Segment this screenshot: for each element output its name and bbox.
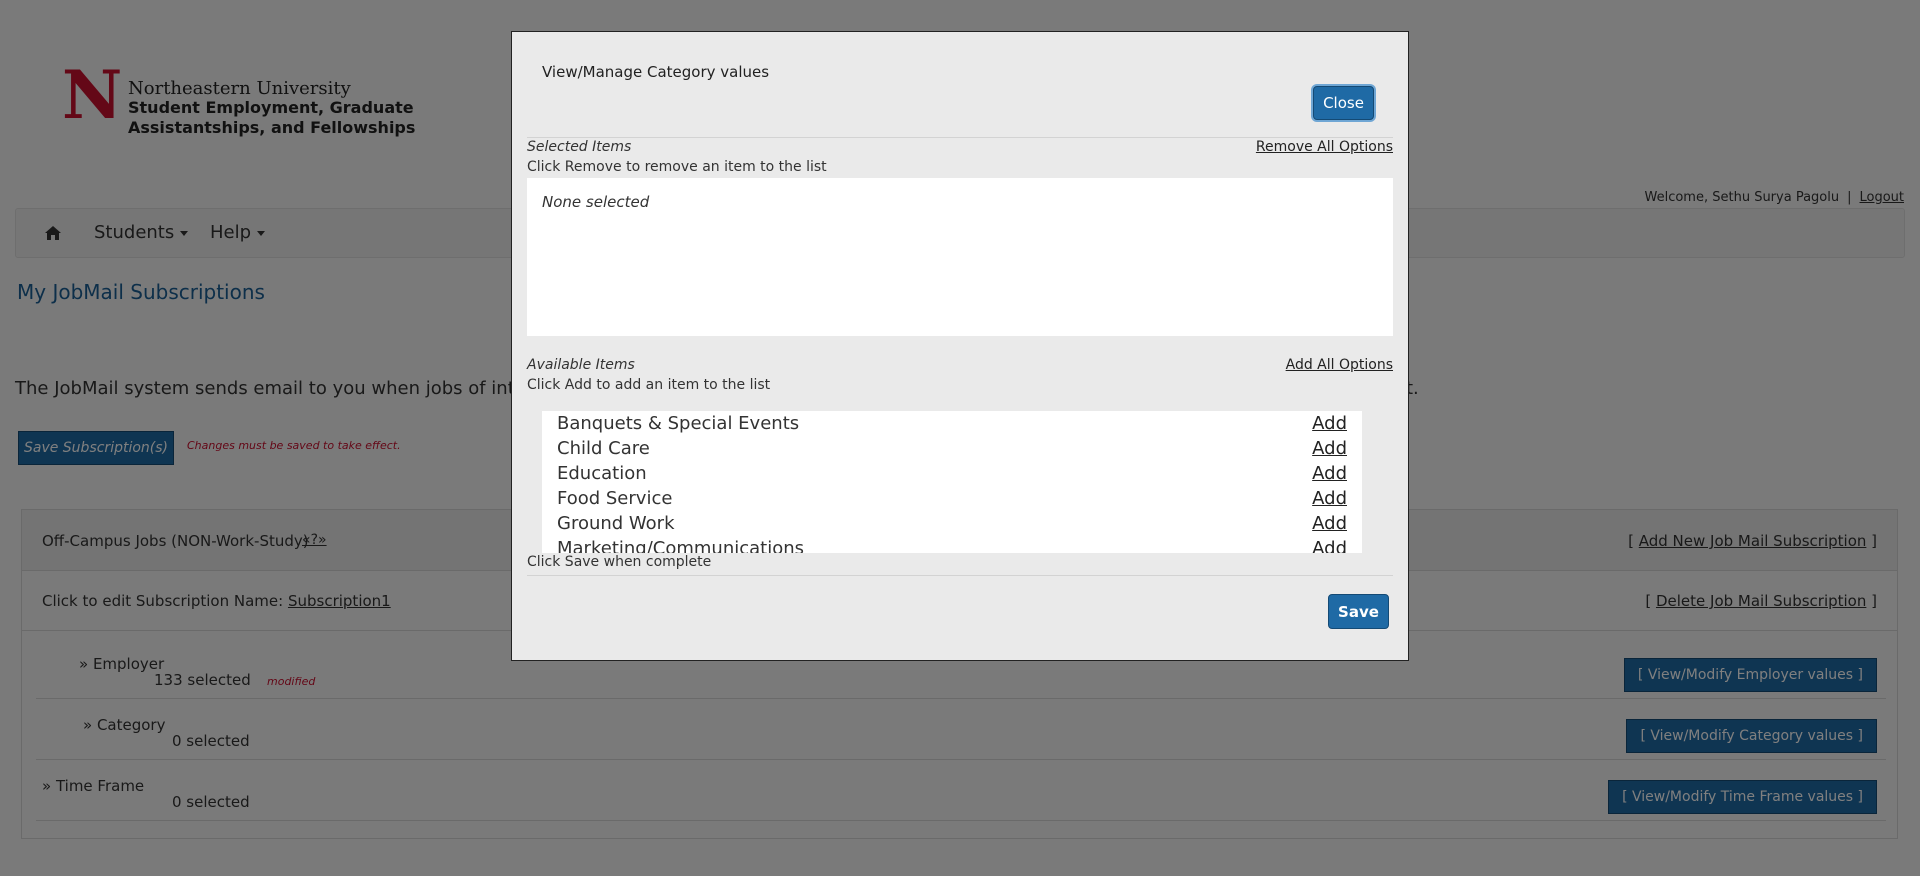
list-item: Ground Work Add: [542, 511, 1362, 536]
list-item: Education Add: [542, 461, 1362, 486]
selected-items-title: Selected Items: [527, 139, 632, 155]
list-item-name: Marketing/Communications: [557, 538, 805, 553]
modal-divider: [527, 137, 1393, 138]
category-values-modal: View/Manage Category values Close Select…: [511, 31, 1409, 661]
list-item: Food Service Add: [542, 486, 1362, 511]
add-item-link[interactable]: Add: [1312, 463, 1347, 484]
list-item-name: Food Service: [557, 488, 673, 509]
selected-items-help: Click Remove to remove an item to the li…: [527, 159, 827, 175]
list-item-name: Banquets & Special Events: [557, 413, 800, 434]
list-item: Banquets & Special Events Add: [542, 411, 1362, 436]
save-help-text: Click Save when complete: [527, 554, 712, 570]
list-item-name: Child Care: [557, 438, 650, 459]
available-items-help: Click Add to add an item to the list: [527, 377, 771, 393]
remove-all-options-link[interactable]: Remove All Options: [1256, 139, 1393, 155]
list-item-name: Education: [557, 463, 647, 484]
available-items-list[interactable]: Banquets & Special Events Add Child Care…: [542, 411, 1362, 553]
list-item: Marketing/Communications Add: [542, 536, 1362, 553]
close-button[interactable]: Close: [1313, 86, 1374, 120]
none-selected-text: None selected: [542, 193, 650, 211]
selected-items-list: None selected: [527, 178, 1393, 336]
modal-divider: [527, 575, 1393, 576]
save-button[interactable]: Save: [1328, 594, 1389, 629]
list-item-name: Ground Work: [557, 513, 675, 534]
available-items-title: Available Items: [527, 357, 635, 373]
add-all-options-link[interactable]: Add All Options: [1286, 357, 1393, 373]
modal-title: View/Manage Category values: [542, 63, 770, 81]
add-item-link[interactable]: Add: [1312, 538, 1347, 553]
list-item: Child Care Add: [542, 436, 1362, 461]
add-item-link[interactable]: Add: [1312, 413, 1347, 434]
add-item-link[interactable]: Add: [1312, 438, 1347, 459]
add-item-link[interactable]: Add: [1312, 513, 1347, 534]
add-item-link[interactable]: Add: [1312, 488, 1347, 509]
